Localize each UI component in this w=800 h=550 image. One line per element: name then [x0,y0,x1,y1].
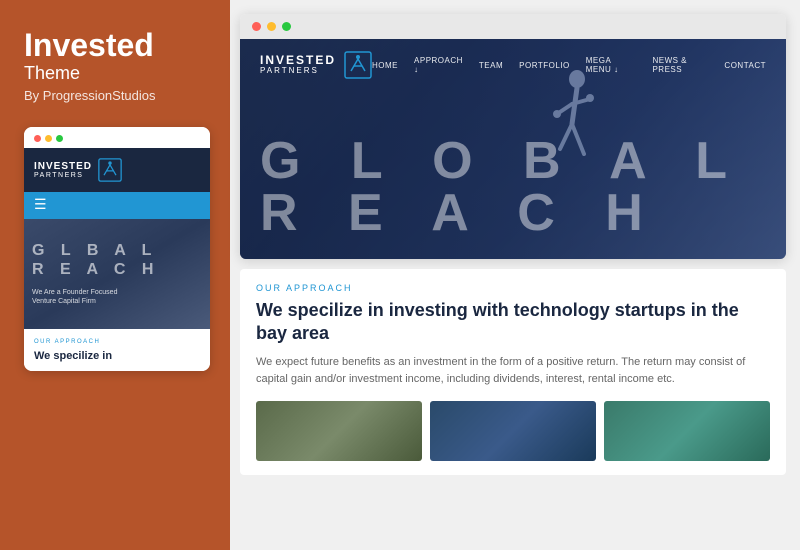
mobile-preview-card: INVESTED PARTNERS ☰ G L B A L R [24,127,210,371]
mobile-approach-section: OUR APPROACH We specilize in [24,329,210,371]
desktop-nav-links: HOME APPROACH ↓ TEAM PORTFOLIO MEGA MENU… [372,56,766,74]
mobile-logo: INVESTED PARTNERS [34,158,122,182]
desktop-hero-section: INVESTED PARTNERS HOME APPROACH ↓ TEAM P… [240,39,786,259]
nav-news[interactable]: NEWS & PRESS [652,56,708,74]
mobile-nav-bar[interactable]: ☰ [24,192,210,219]
nav-mega-menu[interactable]: MEGA MENU ↓ [586,56,637,74]
desktop-logo-icon [344,51,372,79]
desktop-logo-text-block: INVESTED PARTNERS [260,54,336,76]
desktop-browser-mockup: INVESTED PARTNERS HOME APPROACH ↓ TEAM P… [240,14,786,259]
mobile-dot-green [56,135,63,142]
mobile-hero-tagline: We Are a Founder Focused Venture Capital… [32,288,202,308]
mobile-dot-red [34,135,41,142]
desktop-hero-text: G L O B A L R E A C H [260,135,766,239]
sidebar: Invested Theme By ProgressionStudios INV… [0,0,230,550]
desktop-dot-red [252,22,261,31]
theme-title: Invested Theme [24,28,210,88]
approach-body: We expect future benefits as an investme… [256,354,770,389]
nav-portfolio[interactable]: PORTFOLIO [519,61,570,70]
approach-label: OUR APPROACH [256,283,770,293]
approach-heading: We specilize in investing with technolog… [256,299,770,346]
mobile-approach-title: We specilize in [34,349,200,363]
desktop-logo: INVESTED PARTNERS [260,51,372,79]
mobile-hero-line2: R E A C H [32,260,202,279]
info-section: OUR APPROACH We specilize in investing w… [240,269,786,475]
mobile-logo-icon [98,158,122,182]
mobile-window-controls [34,135,63,142]
mobile-hero-line1: G L B A L [32,241,202,260]
desktop-hero-line2: R E A C H [260,187,766,239]
mobile-browser-bar [24,127,210,148]
desktop-browser-bar [240,14,786,39]
mobile-dot-yellow [45,135,52,142]
mobile-site-header: INVESTED PARTNERS [24,148,210,192]
desktop-hero-line1: G L O B A L [260,135,766,187]
strip-image-2 [430,401,596,461]
mobile-approach-label: OUR APPROACH [34,339,200,345]
theme-author: By ProgressionStudios [24,88,210,103]
image-strip [256,401,770,461]
strip-image-1 [256,401,422,461]
mobile-logo-text-block: INVESTED PARTNERS [34,161,92,180]
strip-image-3 [604,401,770,461]
hamburger-icon[interactable]: ☰ [34,197,47,214]
nav-approach[interactable]: APPROACH ↓ [414,56,463,74]
mobile-hero-text: G L B A L R E A C H We Are a Founder Foc… [24,219,210,329]
desktop-dot-yellow [267,22,276,31]
desktop-navigation: INVESTED PARTNERS HOME APPROACH ↓ TEAM P… [240,39,786,91]
nav-contact[interactable]: CONTACT [724,61,766,70]
nav-team[interactable]: TEAM [479,61,503,70]
main-content: INVESTED PARTNERS HOME APPROACH ↓ TEAM P… [230,0,800,550]
mobile-hero-section: G L B A L R E A C H We Are a Founder Foc… [24,219,210,329]
desktop-dot-green [282,22,291,31]
nav-home[interactable]: HOME [372,61,398,70]
